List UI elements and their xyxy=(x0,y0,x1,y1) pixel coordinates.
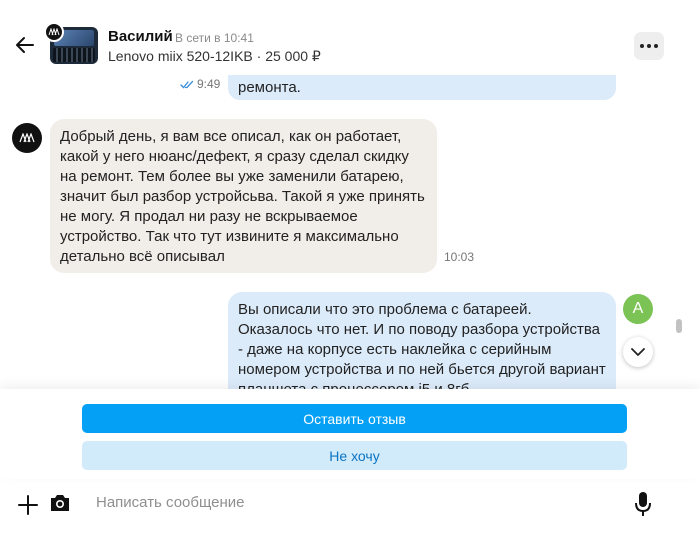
listing-title[interactable]: Lenovo miix 520-12IKB · 25 000 ₽ xyxy=(108,48,321,65)
outgoing-message[interactable]: Вы описали что это проблема с батареей. … xyxy=(228,292,616,389)
message-time: 9:49 xyxy=(197,77,221,91)
scrollbar-thumb[interactable] xyxy=(676,319,682,333)
incoming-message[interactable]: Добрый день, я вам все описал, как он ра… xyxy=(50,119,437,273)
contact-status: В сети в 10:41 xyxy=(175,31,254,45)
leave-review-button[interactable]: Оставить отзыв xyxy=(82,404,627,433)
chevron-down-icon xyxy=(631,347,645,356)
message-composer xyxy=(0,479,700,545)
seller-avatar xyxy=(44,22,64,42)
outgoing-message[interactable]: ремонта. xyxy=(228,75,616,100)
plus-icon[interactable] xyxy=(16,493,40,517)
more-button[interactable] xyxy=(634,32,664,60)
contact-name[interactable]: Василий xyxy=(108,28,173,45)
review-prompt: Оставить отзыв Не хочу xyxy=(0,389,700,479)
microphone-icon[interactable] xyxy=(633,491,653,517)
camera-icon[interactable] xyxy=(49,492,71,514)
message-text: ремонта. xyxy=(238,79,301,96)
message-input[interactable] xyxy=(88,489,618,515)
double-check-icon xyxy=(180,80,194,88)
message-list[interactable]: 9:49 ремонта. Добрый день, я вам все опи… xyxy=(0,75,700,389)
message-text: Добрый день, я вам все описал, как он ра… xyxy=(60,128,425,265)
message-text: Вы описали что это проблема с батареей. … xyxy=(238,301,606,389)
user-avatar: A xyxy=(623,294,653,324)
decline-button[interactable]: Не хочу xyxy=(82,441,627,470)
seller-avatar[interactable] xyxy=(12,123,42,153)
scroll-down-button[interactable] xyxy=(623,337,653,367)
message-time: 10:03 xyxy=(444,250,475,264)
more-icon xyxy=(640,44,644,48)
back-button[interactable] xyxy=(12,32,38,58)
chat-header: Василий В сети в 10:41 Lenovo miix 520-1… xyxy=(0,0,700,75)
message-meta: 9:49 xyxy=(180,77,220,91)
back-arrow-icon xyxy=(16,37,34,53)
